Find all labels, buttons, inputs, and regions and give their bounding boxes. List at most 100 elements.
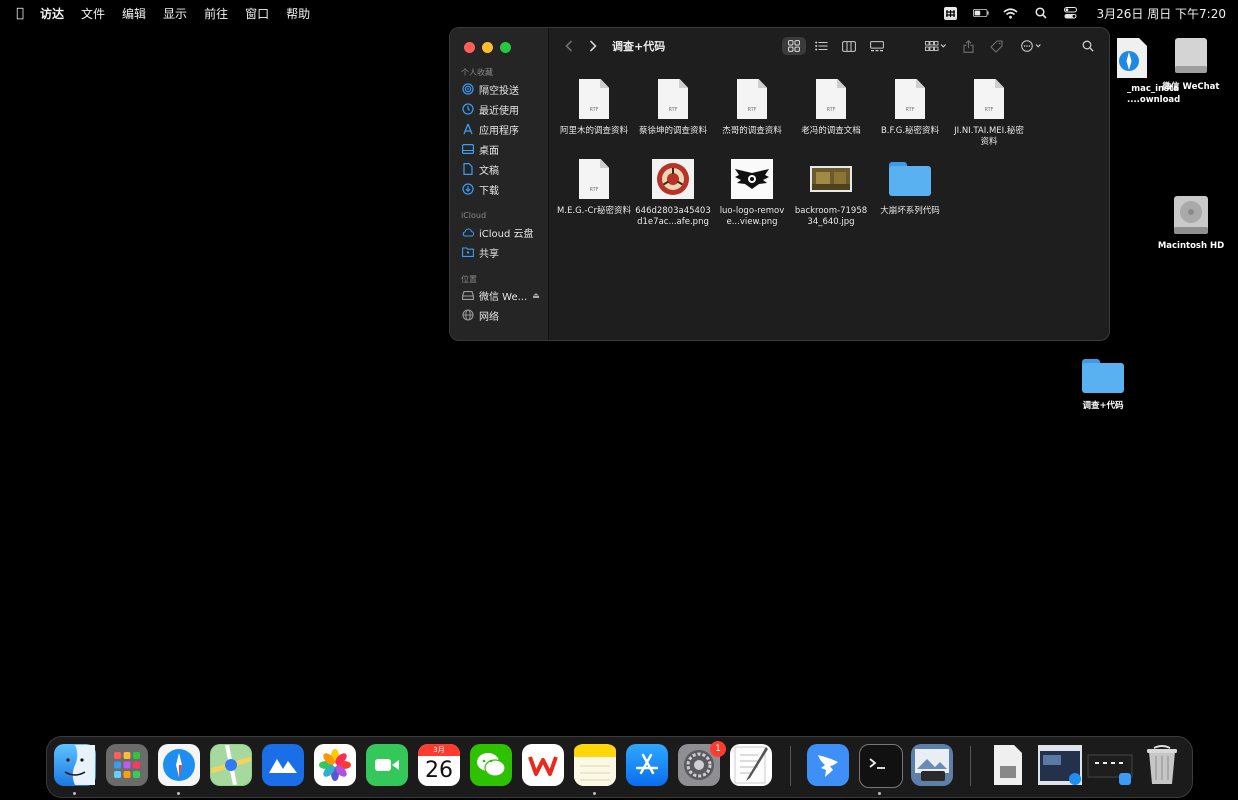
dock-lanhu[interactable] — [262, 744, 304, 786]
tag-button[interactable] — [987, 37, 1005, 55]
dock-notes[interactable] — [574, 744, 616, 786]
dock-finder[interactable] — [54, 744, 96, 786]
close-window-button[interactable] — [464, 42, 475, 53]
file-item[interactable]: backroom-7195834_640.jpg — [793, 154, 869, 228]
file-item[interactable]: RTF B.F.G.秘密资料 — [872, 74, 948, 137]
menu-help[interactable]: 帮助 — [286, 5, 310, 22]
desktop-icon-label: 微信 WeChat — [1162, 82, 1220, 92]
sidebar-item-label: 应用程序 — [479, 125, 519, 137]
dock-terminal[interactable] — [859, 744, 903, 788]
dock-screenshot-window[interactable] — [1037, 744, 1083, 786]
sidebar-item-shared[interactable]: 共享 — [462, 243, 499, 261]
file-item[interactable]: RTF 杰哥的调查资料 — [714, 74, 790, 137]
dock-launchpad[interactable] — [106, 744, 148, 786]
menu-file[interactable]: 文件 — [81, 5, 105, 22]
input-method-icon[interactable] — [943, 6, 959, 20]
cloud-icon — [462, 226, 474, 238]
file-item[interactable]: RTF 蔡徐坤的调查资料 — [635, 74, 711, 137]
file-item[interactable]: RTF 老冯的调查文档 — [793, 74, 869, 137]
dock-textedit[interactable] — [730, 744, 772, 786]
dock-photos[interactable] — [314, 744, 356, 786]
dock-facetime[interactable] — [366, 744, 408, 786]
apple-menu-icon[interactable]:  — [12, 6, 28, 21]
dock-app-store[interactable] — [626, 744, 668, 786]
group-by-button[interactable] — [921, 37, 951, 55]
back-button[interactable] — [561, 37, 577, 55]
desktop-folder[interactable]: 调查+代码 — [1058, 355, 1148, 412]
share-button[interactable] — [959, 37, 977, 55]
finder-face-icon — [64, 745, 95, 785]
app-store-icon — [635, 753, 659, 775]
file-item[interactable]: RTF M.E.G.-Cr秘密资料 — [556, 154, 632, 217]
gallery-view-button[interactable] — [867, 37, 887, 55]
sidebar-item-network[interactable]: 网络 — [462, 306, 499, 324]
sidebar-item-label: 桌面 — [479, 145, 499, 157]
menu-app-name[interactable]: 访达 — [40, 5, 64, 22]
sidebar-item-applications[interactable]: 应用程序 — [462, 120, 519, 138]
dock-safari[interactable] — [158, 744, 200, 786]
file-name: 杰哥的调查资料 — [722, 126, 782, 136]
winged-logo-image-thumbnail — [731, 159, 773, 199]
menu-go[interactable]: 前往 — [204, 5, 228, 22]
eject-icon[interactable]: ⏏ — [532, 291, 540, 300]
sidebar-item-documents[interactable]: 文稿 — [462, 160, 499, 178]
desktop-wechat-drive[interactable]: 微信 WeChat — [1146, 34, 1236, 93]
menubar-clock[interactable]: 3月26日 周日 下午7:20 — [1097, 5, 1226, 22]
ellipsis-circle-icon — [1021, 40, 1041, 52]
dock-system-settings[interactable]: 1 — [678, 741, 726, 786]
clock-icon — [462, 103, 474, 115]
list-view-button[interactable] — [811, 37, 831, 55]
sidebar-item-wechat-drive[interactable]: 微信 We... ⏏ — [462, 286, 540, 304]
desktop-icon — [462, 143, 474, 155]
dock-downloads-stack[interactable] — [987, 744, 1029, 786]
file-item[interactable]: RTF JI.NI.TAI.MEI.秘密资料 — [951, 74, 1027, 148]
dock-trash[interactable] — [1141, 744, 1183, 786]
icon-view-button[interactable] — [782, 37, 806, 55]
spotlight-search-icon[interactable] — [1033, 6, 1049, 20]
map-icon — [211, 745, 251, 785]
zoom-window-button[interactable] — [500, 42, 511, 53]
sidebar-item-icloud-drive[interactable]: iCloud 云盘 — [462, 223, 534, 241]
file-item[interactable]: luo-logo-remove...view.png — [714, 154, 790, 228]
dock-finder-window[interactable] — [1087, 744, 1133, 786]
wifi-icon[interactable] — [1003, 6, 1019, 20]
file-name: 蔡徐坤的调查资料 — [638, 126, 707, 136]
file-name: 646d2803a45403d1e7ac...afe.png — [635, 206, 711, 227]
dock-maps[interactable] — [210, 744, 252, 786]
sidebar-item-airdrop[interactable]: 隔空投送 — [462, 80, 519, 98]
dock-dingtalk[interactable] — [807, 744, 849, 786]
photo-preview-icon — [915, 749, 949, 781]
sidebar-item-downloads[interactable]: 下载 — [462, 180, 499, 198]
file-grid: RTF 阿里木的调查资料 RTF 蔡徐坤的调查资料 RTF 杰哥的调查资料 RT… — [549, 64, 1109, 340]
column-view-button[interactable] — [839, 37, 859, 55]
finder-window: 个人收藏 隔空投送 最近使用 应用程序 桌面 文稿 下载 iCloud iClo… — [449, 27, 1110, 341]
file-name: 阿里木的调查资料 — [559, 126, 628, 136]
chat-bubbles-icon — [477, 753, 506, 777]
finder-toolbar: 调查+代码 — [549, 28, 1109, 64]
external-drive-icon — [462, 289, 474, 301]
more-actions-button[interactable] — [1019, 37, 1047, 55]
window-thumbnail-icon — [1038, 745, 1082, 785]
sidebar-section-locations: 位置 — [461, 275, 477, 284]
sidebar-item-recents[interactable]: 最近使用 — [462, 100, 519, 118]
menu-view[interactable]: 显示 — [163, 5, 187, 22]
menu-window[interactable]: 窗口 — [245, 5, 269, 22]
dock-calendar[interactable]: 3月 26 — [418, 744, 460, 786]
file-item[interactable]: RTF 阿里木的调查资料 — [556, 74, 632, 137]
forward-button[interactable] — [585, 37, 601, 55]
folder-item[interactable]: 大崩坏系列代码 — [872, 154, 948, 217]
file-item[interactable]: 646d2803a45403d1e7ac...afe.png — [635, 154, 711, 228]
sidebar-item-desktop[interactable]: 桌面 — [462, 140, 499, 158]
dock-preview[interactable] — [911, 744, 953, 786]
desktop-macintosh-hd[interactable]: Macintosh HD — [1146, 193, 1236, 252]
dock: 3月 26 1 — [46, 736, 1193, 798]
battery-icon[interactable] — [972, 6, 989, 20]
menu-edit[interactable]: 编辑 — [122, 5, 146, 22]
dock-wps[interactable] — [522, 744, 564, 786]
dock-wechat[interactable] — [470, 744, 512, 786]
gallery-icon — [870, 40, 884, 51]
compass-icon — [163, 749, 195, 781]
control-center-icon[interactable] — [1063, 6, 1079, 20]
window-thumbnail-icon — [1087, 754, 1133, 785]
minimize-window-button[interactable] — [482, 42, 493, 53]
